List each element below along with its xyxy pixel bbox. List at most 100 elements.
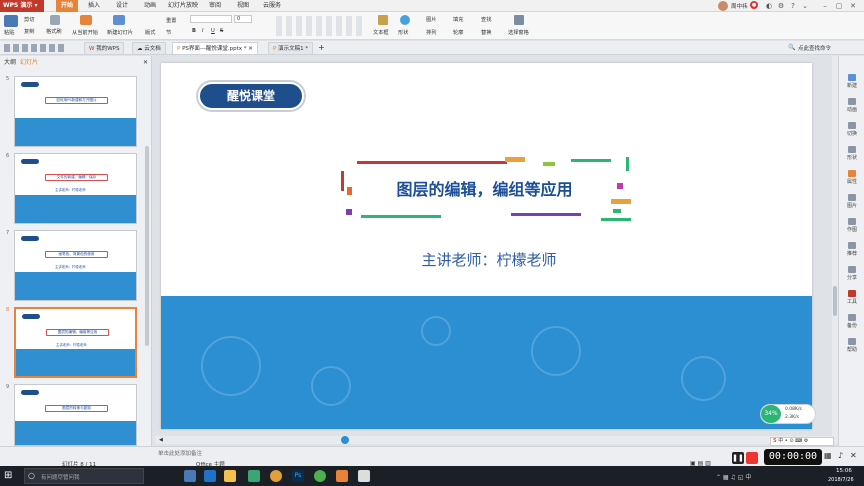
new-slide-button[interactable]: 新建幻灯片 (107, 29, 133, 36)
sidebar-new[interactable]: 新建 (839, 74, 864, 89)
tab-insert[interactable]: 插入 (84, 0, 104, 12)
app-menu-button[interactable]: WPS 演示 ▾ (0, 0, 44, 12)
tab-slideshow[interactable]: 幻灯片放映 (166, 0, 200, 12)
arrange-button[interactable]: 排列 (426, 29, 436, 36)
wechat-icon[interactable] (314, 470, 326, 482)
shape-button[interactable]: 形状 (398, 29, 408, 36)
slide-thumbnail[interactable]: 图层的转换与复制 (14, 384, 137, 446)
select-pane-icon[interactable] (514, 15, 524, 25)
skin-icon[interactable]: ◐ (764, 1, 774, 11)
cut-button[interactable]: 剪切 (24, 16, 34, 23)
bold-button[interactable]: B (192, 28, 196, 34)
tab-cloud[interactable]: 云服务 (259, 0, 285, 12)
fill-button[interactable]: 填充 (453, 16, 463, 23)
close-panel-icon[interactable]: ✕ (143, 59, 148, 66)
picture-button[interactable]: 图片 (426, 16, 436, 23)
notification-icon[interactable]: ● (750, 1, 758, 9)
sidebar-recommend[interactable]: 推荐 (839, 242, 864, 257)
reset-button[interactable]: 重置 (166, 17, 176, 24)
slide-thumbnail[interactable]: 如何用PS新建和打开图片 (14, 76, 137, 147)
task-view-icon[interactable] (184, 470, 196, 482)
settings-icon[interactable]: ⚙ (776, 1, 786, 11)
maximize-icon[interactable]: ▢ (834, 1, 844, 11)
stop-icon[interactable] (746, 452, 758, 464)
vertical-scroll-thumb[interactable] (833, 286, 837, 316)
slide-thumbnail[interactable]: 画笔色、背景色的使用 主讲老师：柠檬老师 (14, 230, 137, 301)
sidebar-share[interactable]: 分享 (839, 266, 864, 281)
paste-button[interactable]: 粘贴 (4, 29, 14, 36)
tab-home[interactable]: 开始 (56, 0, 78, 12)
help-icon[interactable]: ? (788, 1, 798, 11)
wps-presentation-icon[interactable] (336, 470, 348, 482)
sidebar-shape[interactable]: 形状 (839, 146, 864, 161)
find-button[interactable]: 查找 (481, 16, 491, 23)
sidebar-tools[interactable]: 工具 (839, 290, 864, 305)
slide-thumbnail-selected[interactable]: 图层的编辑，编组等应用 主讲老师：柠檬老师 (14, 307, 137, 378)
tab-outline[interactable]: 大纲 (4, 58, 16, 68)
sidebar-properties[interactable]: 属性 (839, 170, 864, 185)
taskbar-search[interactable]: ○ 有问题尽管问我 (24, 468, 144, 484)
tab-slides[interactable]: 幻灯片 (20, 58, 38, 68)
play-from-current-button[interactable]: 从当前开始 (72, 29, 98, 36)
sidebar-animation[interactable]: 动画 (839, 98, 864, 113)
edge-icon[interactable] (204, 470, 216, 482)
scroll-left-icon[interactable]: ◀ (159, 437, 165, 443)
underline-button[interactable]: U (211, 28, 215, 34)
new-slide-icon[interactable] (113, 15, 125, 25)
text-box-button[interactable]: 文本框 (373, 29, 389, 36)
app-icon[interactable] (248, 470, 260, 482)
new-tab-icon[interactable]: + (318, 43, 325, 52)
input-method-bar[interactable]: S 中 • ⊙ ⌨ ⚙ (770, 437, 834, 446)
notes-placeholder[interactable]: 单击此处添加备注 (158, 449, 202, 457)
font-name-select[interactable] (190, 15, 232, 23)
tab-active-presentation[interactable]: P PS界面---醒悦课堂.pptx * ✕ (172, 42, 258, 54)
avatar[interactable] (718, 1, 728, 11)
strikethrough-button[interactable]: S (220, 28, 223, 34)
tab-review[interactable]: 审阅 (205, 0, 225, 12)
tab-my-wps[interactable]: W 我的WPS (84, 42, 125, 54)
layout-button[interactable]: 版式 (145, 29, 155, 36)
close-icon[interactable]: ✕ (848, 1, 858, 11)
audio-icon[interactable]: ♪ (838, 451, 843, 460)
minimize-icon[interactable]: – (820, 1, 830, 11)
explorer-icon[interactable] (224, 470, 236, 482)
slide-speaker[interactable]: 主讲老师：柠檬老师 (414, 249, 564, 270)
tab-close-icon[interactable]: ✕ (248, 46, 253, 52)
text-box-icon[interactable] (378, 15, 388, 25)
font-size-select[interactable]: 0 (234, 15, 252, 23)
user-name[interactable]: 周中祎 (731, 2, 748, 10)
video-icon[interactable] (358, 470, 370, 482)
tab-view[interactable]: 视图 (233, 0, 253, 12)
section-button[interactable]: 节 (166, 29, 171, 36)
sidebar-help[interactable]: 帮助 (839, 338, 864, 353)
slide-thumbnail[interactable]: 文件的新建、编辑、保存 主讲老师：柠檬老师 (14, 153, 137, 224)
sidebar-transition[interactable]: 切换 (839, 122, 864, 137)
copy-button[interactable]: 复制 (24, 28, 34, 35)
format-painter-icon[interactable] (50, 15, 60, 25)
format-painter-button[interactable]: 格式刷 (46, 28, 62, 35)
tab-cloud-doc[interactable]: ☁ 云文档 (132, 42, 166, 54)
network-speed-widget[interactable]: 34% 0.08K/s 2.3K/s (760, 404, 816, 424)
pause-icon[interactable]: ❚❚ (732, 452, 744, 464)
camera-icon[interactable]: ▦ (824, 451, 832, 460)
sidebar-backup[interactable]: 备份 (839, 314, 864, 329)
italic-button[interactable]: I (202, 28, 204, 34)
tab-animation[interactable]: 动画 (140, 0, 160, 12)
shape-icon[interactable] (400, 15, 410, 25)
horizontal-scrollbar[interactable]: ◀ ▶ (155, 436, 838, 444)
play-from-current-icon[interactable] (80, 15, 92, 25)
tab-new-presentation[interactable]: P 演示文稿1 * (268, 42, 314, 54)
paste-icon[interactable] (4, 15, 18, 27)
system-tray[interactable]: ⌃ ▦ ♫ ◱ 中 (716, 472, 816, 481)
select-pane-button[interactable]: 选择窗格 (508, 29, 529, 36)
thumbnail-scrollbar[interactable] (145, 146, 149, 346)
replace-button[interactable]: 替换 (481, 29, 491, 36)
current-slide[interactable]: 醒悦课堂 图层的编辑，编组等应用 主讲老师：柠檬老师 (161, 63, 812, 429)
horizontal-scroll-thumb[interactable] (341, 436, 349, 444)
brand-badge[interactable]: 醒悦课堂 (198, 82, 304, 110)
chrome-icon[interactable] (270, 470, 282, 482)
photoshop-icon[interactable]: Ps (292, 470, 304, 482)
sidebar-draw[interactable]: 作图 (839, 218, 864, 233)
outline-button[interactable]: 轮廓 (453, 29, 463, 36)
recorder-close-icon[interactable]: ✕ (850, 451, 857, 460)
